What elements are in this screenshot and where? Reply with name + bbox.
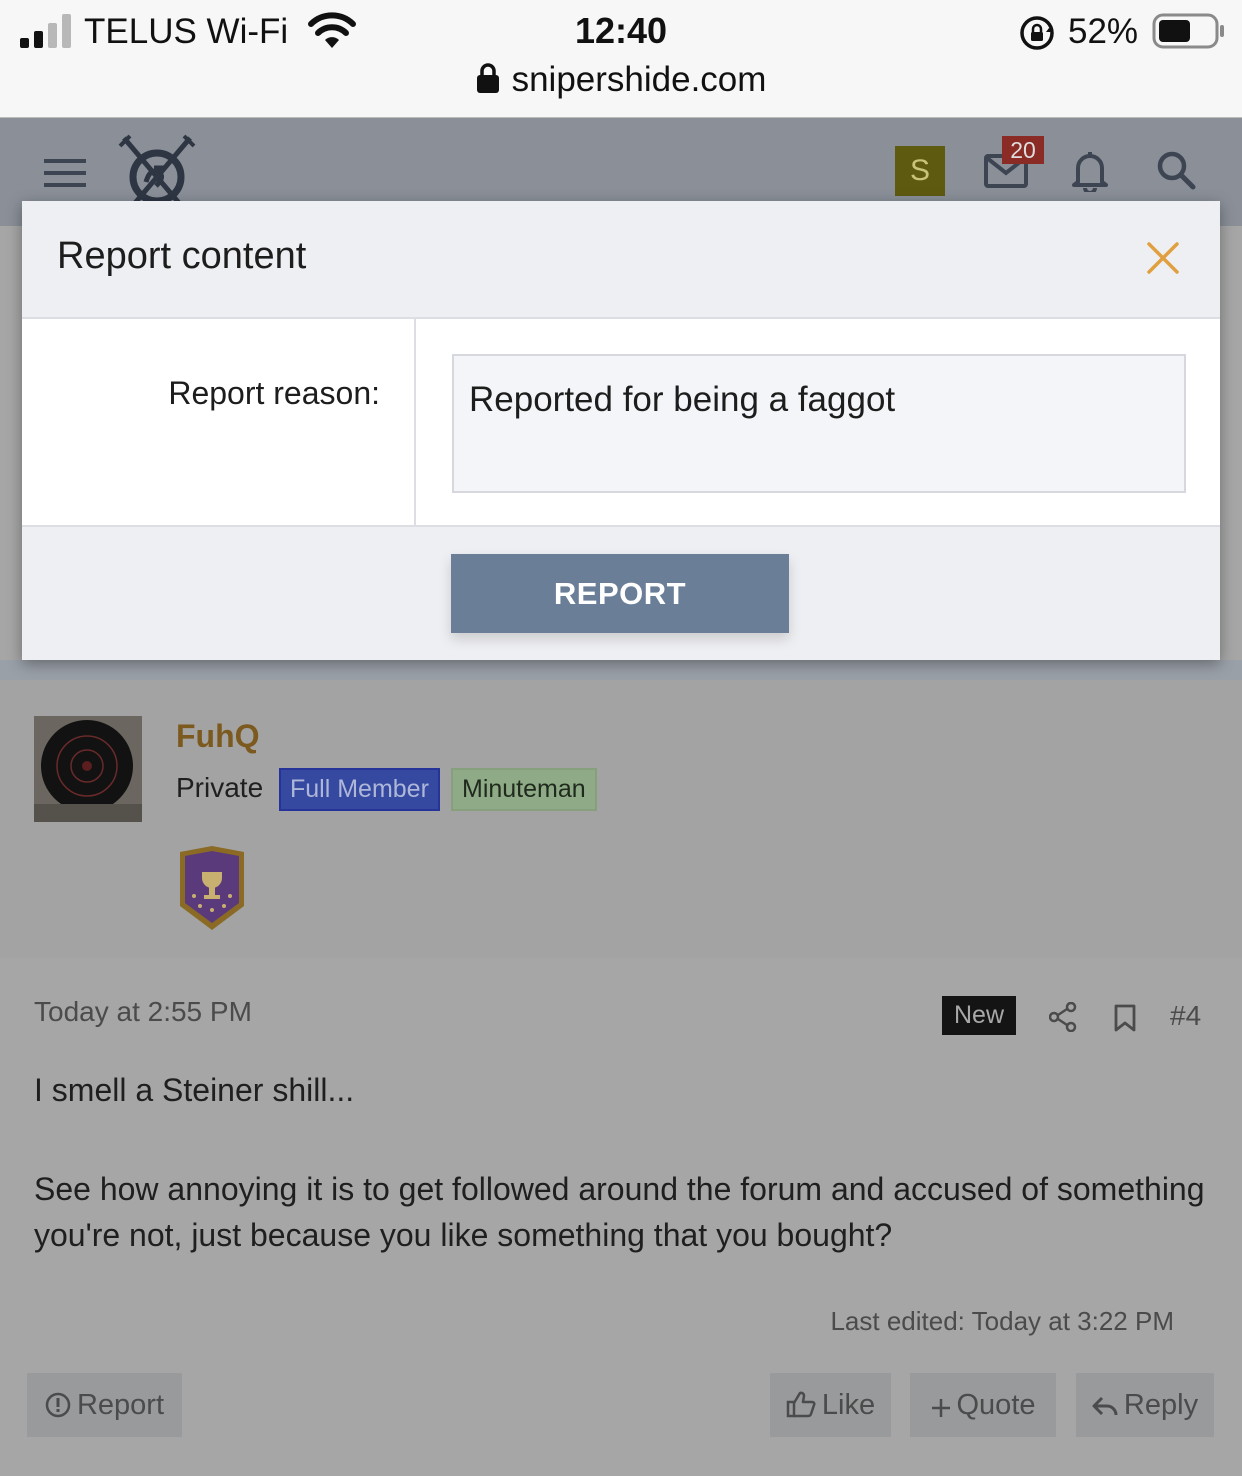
menu-icon[interactable] xyxy=(44,158,86,188)
post-timestamp[interactable]: Today at 2:55 PM xyxy=(34,996,252,1028)
modal-footer: REPORT xyxy=(22,527,1220,660)
user-rank: Private xyxy=(176,772,264,803)
report-post-button[interactable]: Report xyxy=(27,1373,182,1437)
username-link[interactable]: FuhQ xyxy=(176,718,260,755)
quote-button[interactable]: Quote xyxy=(910,1373,1056,1437)
reply-button[interactable]: Reply xyxy=(1076,1373,1214,1437)
avatar-image xyxy=(34,716,142,822)
avatar[interactable] xyxy=(34,716,142,822)
share-icon[interactable] xyxy=(1049,1002,1077,1032)
badge-full-member: Full Member xyxy=(279,768,440,811)
post-body-paragraph: See how annoying it is to get followed a… xyxy=(34,1171,1205,1253)
post-number-link[interactable]: #4 xyxy=(1170,1000,1201,1032)
address-bar[interactable]: snipershide.com xyxy=(0,60,1242,100)
lock-icon xyxy=(476,63,499,93)
search-icon[interactable] xyxy=(1156,150,1196,190)
reply-icon xyxy=(1092,1396,1118,1416)
url-text: snipershide.com xyxy=(511,60,767,99)
alert-circle-icon xyxy=(45,1392,71,1418)
report-post-label: Report xyxy=(76,1389,165,1421)
post: Today at 2:55 PM New #4 I smell a Steine… xyxy=(0,958,1242,1476)
bell-icon[interactable] xyxy=(1070,150,1110,192)
battery-icon xyxy=(1152,13,1224,49)
user-avatar-button[interactable]: S xyxy=(895,146,945,196)
plus-icon xyxy=(931,1399,950,1417)
report-reason-input[interactable]: Reported for being a faggot xyxy=(452,354,1186,493)
submit-report-button[interactable]: REPORT xyxy=(451,554,789,633)
last-edited-note: Last edited: Today at 3:22 PM xyxy=(830,1306,1174,1336)
trophy-badge-icon xyxy=(180,846,244,930)
modal-title: Report content xyxy=(57,235,307,277)
divider xyxy=(0,660,1242,680)
form-label-column: Report reason: xyxy=(22,319,416,525)
mail-count-badge: 20 xyxy=(1002,136,1044,164)
report-modal: Report content Report reason: Reported f… xyxy=(22,201,1220,660)
battery-percent: 52% xyxy=(1068,12,1139,51)
badge-minuteman: Minuteman xyxy=(451,768,597,811)
post-user-info: FuhQ Private Full Member Minuteman xyxy=(0,680,1242,958)
new-tag: New xyxy=(942,996,1016,1035)
close-icon[interactable] xyxy=(1146,241,1180,275)
reply-label: Reply xyxy=(1123,1389,1199,1421)
bookmark-icon[interactable] xyxy=(1114,1004,1136,1032)
rotation-lock-icon xyxy=(1020,16,1054,50)
post-body-line: I smell a Steiner shill... xyxy=(34,1072,355,1108)
status-bar: TELUS Wi-Fi 12:40 52% snipershide.com xyxy=(0,0,1242,118)
report-reason-label: Report reason: xyxy=(168,375,380,411)
like-button[interactable]: Like xyxy=(770,1373,891,1437)
like-label: Like xyxy=(821,1389,876,1421)
modal-body: Report reason: Reported for being a fagg… xyxy=(22,319,1220,527)
thumbs-up-icon xyxy=(786,1391,816,1418)
quote-label: Quote xyxy=(956,1389,1036,1421)
modal-header: Report content xyxy=(22,201,1220,319)
